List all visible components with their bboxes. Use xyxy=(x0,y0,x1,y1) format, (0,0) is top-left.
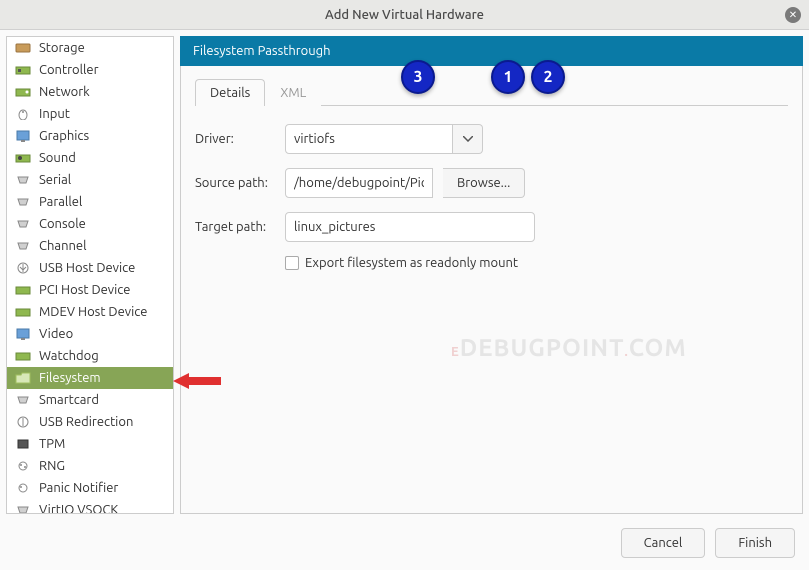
pci-icon xyxy=(15,283,31,297)
usb-icon xyxy=(15,261,31,275)
storage-icon xyxy=(15,41,31,55)
hardware-sidebar: Storage Controller Network Input Graphics Sou… xyxy=(6,36,174,514)
sidebar-item-label: Storage xyxy=(39,41,85,55)
sidebar-item-label: Video xyxy=(39,327,73,341)
window-title: Add New Virtual Hardware xyxy=(325,8,484,22)
sidebar-item-label: Input xyxy=(39,107,70,121)
annotation-3: 3 xyxy=(401,60,435,94)
panic-icon xyxy=(15,481,31,495)
sidebar-item-label: PCI Host Device xyxy=(39,283,130,297)
graphics-icon xyxy=(15,129,31,143)
sidebar-item-input[interactable]: Input xyxy=(7,103,173,125)
parallel-icon xyxy=(15,195,31,209)
row-target: Target path: 3 xyxy=(195,212,788,242)
sound-icon xyxy=(15,151,31,165)
readonly-checkbox[interactable] xyxy=(285,256,299,270)
sidebar-item-label: Network xyxy=(39,85,90,99)
sidebar-item-usb[interactable]: USB Host Device xyxy=(7,257,173,279)
sidebar-item-label: USB Redirection xyxy=(39,415,133,429)
sidebar-item-channel[interactable]: Channel xyxy=(7,235,173,257)
sidebar-item-console[interactable]: Console xyxy=(7,213,173,235)
vsock-icon xyxy=(15,503,31,514)
sidebar-item-vsock[interactable]: VirtIO VSOCK xyxy=(7,499,173,514)
sidebar-item-label: Console xyxy=(39,217,86,231)
chevron-down-icon[interactable] xyxy=(453,124,483,154)
sidebar-item-usb-redir[interactable]: USB Redirection xyxy=(7,411,173,433)
tab-xml[interactable]: XML xyxy=(265,79,321,106)
console-icon xyxy=(15,217,31,231)
row-driver: Driver: virtiofs 1 xyxy=(195,124,788,154)
sidebar-item-mdev[interactable]: MDEV Host Device xyxy=(7,301,173,323)
target-path-input[interactable] xyxy=(285,212,535,242)
sidebar-item-tpm[interactable]: TPM xyxy=(7,433,173,455)
sidebar-item-label: Controller xyxy=(39,63,99,77)
sidebar-item-smartcard[interactable]: Smartcard xyxy=(7,389,173,411)
driver-select[interactable]: virtiofs xyxy=(285,124,483,154)
sidebar-item-label: Smartcard xyxy=(39,393,99,407)
watermark: EDEBUGPOINT.COMDEBUGPOINT.COM xyxy=(451,334,687,361)
sidebar-item-storage[interactable]: Storage xyxy=(7,37,173,59)
arrow-annotation xyxy=(173,371,221,391)
sidebar-item-label: MDEV Host Device xyxy=(39,305,147,319)
controller-icon xyxy=(15,63,31,77)
tpm-icon xyxy=(15,437,31,451)
sidebar-item-sound[interactable]: Sound xyxy=(7,147,173,169)
panel-body: Details XML Driver: virtiofs 1 Source pa… xyxy=(180,66,803,514)
cancel-button[interactable]: Cancel xyxy=(621,528,706,558)
content-area: Storage Controller Network Input Graphics Sou… xyxy=(0,30,809,520)
sidebar-item-label: Channel xyxy=(39,239,87,253)
usb-redir-icon xyxy=(15,415,31,429)
sidebar-item-label: Panic Notifier xyxy=(39,481,118,495)
footer: Cancel Finish xyxy=(0,520,809,566)
sidebar-item-filesystem[interactable]: Filesystem xyxy=(7,367,173,389)
sidebar-item-label: Serial xyxy=(39,173,71,187)
mdev-icon xyxy=(15,305,31,319)
driver-value: virtiofs xyxy=(285,124,453,154)
sidebar-item-rng[interactable]: RNG xyxy=(7,455,173,477)
annotation-1: 1 xyxy=(491,60,525,94)
sidebar-item-video[interactable]: Video xyxy=(7,323,173,345)
close-icon[interactable]: ✕ xyxy=(785,7,801,23)
sidebar-item-graphics[interactable]: Graphics xyxy=(7,125,173,147)
sidebar-item-label: RNG xyxy=(39,459,65,473)
source-label: Source path: xyxy=(195,176,275,190)
sidebar-item-label: Filesystem xyxy=(39,371,101,385)
sidebar-item-label: VirtIO VSOCK xyxy=(39,503,118,514)
sidebar-item-network[interactable]: Network xyxy=(7,81,173,103)
network-icon xyxy=(15,85,31,99)
sidebar-item-label: Watchdog xyxy=(39,349,99,363)
input-icon xyxy=(15,107,31,121)
video-icon xyxy=(15,327,31,341)
filesystem-icon xyxy=(15,371,31,385)
channel-icon xyxy=(15,239,31,253)
sidebar-item-label: USB Host Device xyxy=(39,261,135,275)
row-readonly: Export filesystem as readonly mount xyxy=(285,256,788,270)
sidebar-item-controller[interactable]: Controller xyxy=(7,59,173,81)
source-path-input[interactable] xyxy=(285,168,433,198)
sidebar-item-watchdog[interactable]: Watchdog xyxy=(7,345,173,367)
finish-button[interactable]: Finish xyxy=(715,528,795,558)
serial-icon xyxy=(15,173,31,187)
sidebar-item-parallel[interactable]: Parallel xyxy=(7,191,173,213)
panel-title: Filesystem Passthrough xyxy=(180,36,803,66)
browse-button[interactable]: Browse... xyxy=(443,168,525,198)
sidebar-item-label: Parallel xyxy=(39,195,82,209)
watchdog-icon xyxy=(15,349,31,363)
row-source: Source path: Browse... 2 xyxy=(195,168,788,198)
main-panel: Filesystem Passthrough Details XML Drive… xyxy=(180,36,803,514)
sidebar-item-label: Sound xyxy=(39,151,76,165)
sidebar-item-serial[interactable]: Serial xyxy=(7,169,173,191)
sidebar-item-label: Graphics xyxy=(39,129,89,143)
readonly-label: Export filesystem as readonly mount xyxy=(305,256,518,270)
sidebar-item-pci[interactable]: PCI Host Device xyxy=(7,279,173,301)
tab-details[interactable]: Details xyxy=(195,79,265,106)
driver-label: Driver: xyxy=(195,132,275,146)
sidebar-item-label: TPM xyxy=(39,437,65,451)
annotation-2: 2 xyxy=(531,60,565,94)
rng-icon xyxy=(15,459,31,473)
target-label: Target path: xyxy=(195,220,275,234)
smartcard-icon xyxy=(15,393,31,407)
titlebar: Add New Virtual Hardware ✕ xyxy=(0,0,809,30)
sidebar-item-panic[interactable]: Panic Notifier xyxy=(7,477,173,499)
